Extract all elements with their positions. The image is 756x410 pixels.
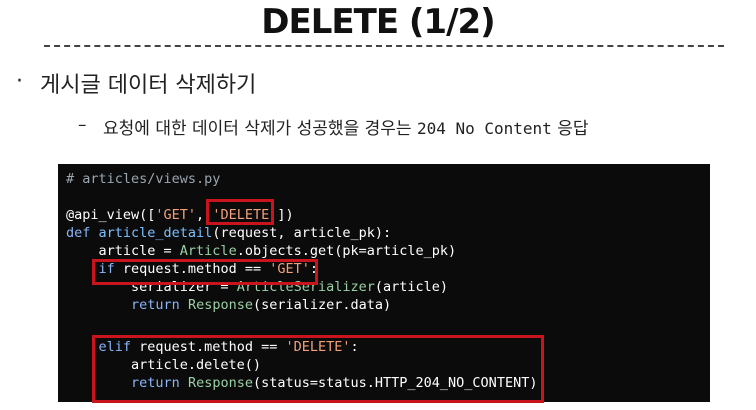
code-token: @api_view([ xyxy=(66,207,156,223)
code-line-article: article = Article.objects.get(pk=article… xyxy=(66,242,457,260)
sub-bullet-code: 204 No Content xyxy=(416,119,552,138)
highlight-elif-delete-block xyxy=(92,335,544,403)
slide-title: DELETE (1/2) xyxy=(261,2,495,42)
sub-bullet-dash: – xyxy=(78,115,87,135)
code-token: Response xyxy=(187,297,253,313)
code-token: return xyxy=(131,297,180,313)
code-line-comment: # articles/views.py xyxy=(66,170,220,188)
bullet-text: 게시글 데이터 삭제하기 xyxy=(40,73,257,98)
sub-bullet-text: 요청에 대한 데이터 삭제가 성공했을 경우는 204 No Content 응… xyxy=(103,114,589,139)
code-token: (request, article_pk): xyxy=(212,225,392,241)
code-token: article_detail xyxy=(98,225,213,241)
code-token: ]) xyxy=(277,207,294,223)
highlight-delete-method xyxy=(206,199,274,225)
code-token: 'GET' xyxy=(155,207,197,223)
sub-bullet-suffix: 응답 xyxy=(551,119,589,139)
code-token: def xyxy=(66,225,99,241)
code-line-def: def article_detail(request, article_pk): xyxy=(66,224,391,242)
highlight-if-get xyxy=(92,259,318,285)
sub-bullet-prefix: 요청에 대한 데이터 삭제가 성공했을 경우는 xyxy=(103,119,417,139)
code-token: .objects.get(pk=article_pk) xyxy=(236,243,457,259)
code-comment: # articles/views.py xyxy=(66,171,221,187)
bullet-dot: · xyxy=(16,69,23,94)
code-token: Article xyxy=(179,243,237,259)
code-line-return-data: return Response(serializer.data) xyxy=(66,296,391,314)
code-token: (article) xyxy=(374,279,449,295)
code-token: article = xyxy=(66,243,180,259)
title-divider xyxy=(44,45,724,47)
code-token: (serializer.data) xyxy=(252,297,392,313)
